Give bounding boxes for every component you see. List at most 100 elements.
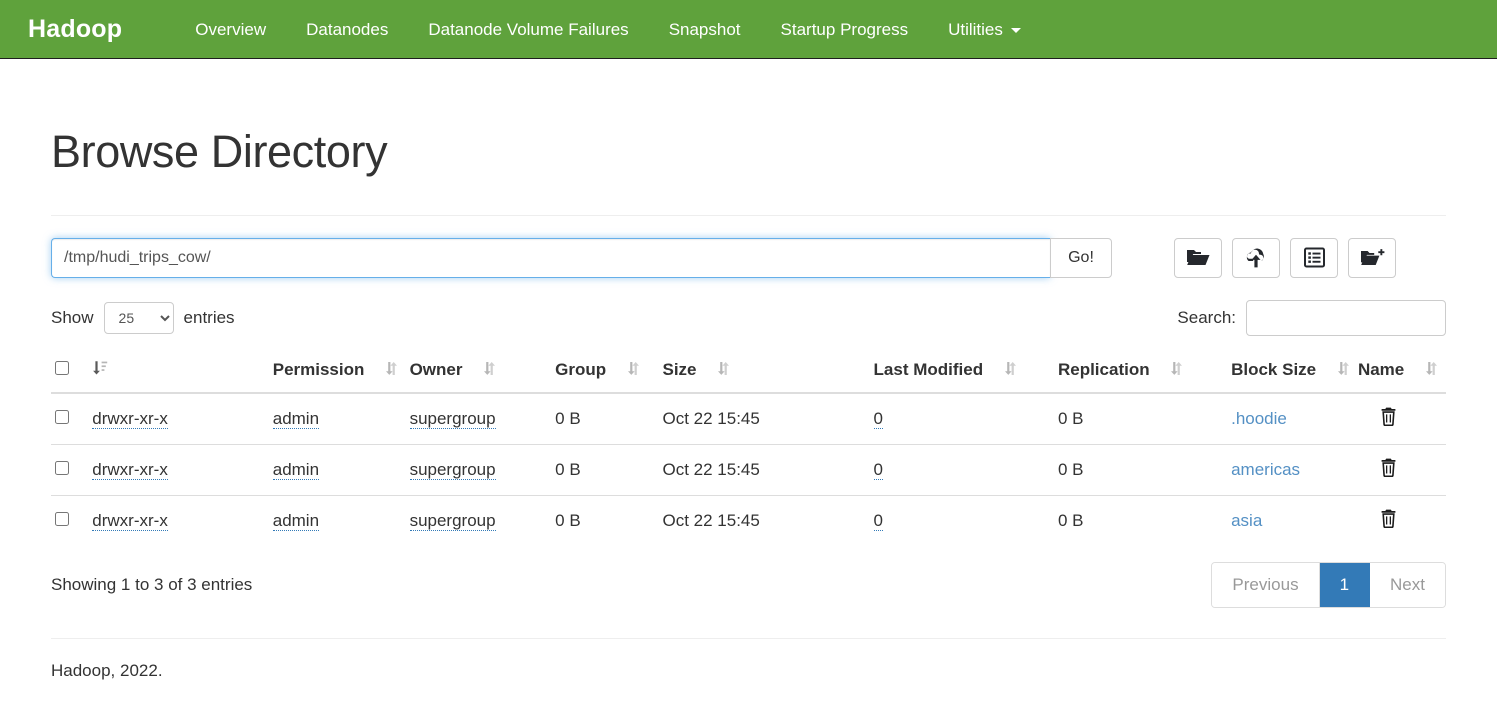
column-header-group: Group [555,360,606,379]
cell-delete[interactable] [1358,495,1446,546]
sort-icon [385,361,398,381]
column-replication[interactable]: Replication [1058,352,1231,393]
trash-icon[interactable] [1380,407,1397,431]
page-length-select[interactable]: 25 [104,302,174,334]
nav-item-datanode-volume-failures[interactable]: Datanode Volume Failures [408,0,648,59]
navbar-brand[interactable]: Hadoop [28,15,122,44]
cell-last-modified: Oct 22 15:45 [662,495,873,546]
permission-link[interactable]: drwxr-xr-x [92,409,168,429]
permission-link[interactable]: drwxr-xr-x [92,460,168,480]
cell-name: americas [1231,444,1358,495]
replication-link[interactable]: 0 [874,460,883,480]
owner-link[interactable]: admin [273,409,319,429]
column-permission-label[interactable]: Permission [273,352,410,393]
cell-replication: 0 [874,444,1058,495]
list-alt-icon [1304,247,1325,268]
cell-block-size: 0 B [1058,393,1231,445]
directory-path-input[interactable] [51,238,1050,278]
navbar-links: Overview Datanodes Datanode Volume Failu… [175,0,1041,59]
go-button[interactable]: Go! [1050,238,1112,278]
table-header-row: Permission Owner [51,352,1446,393]
file-name-link[interactable]: americas [1231,460,1300,479]
cell-group: supergroup [410,495,556,546]
pagination-previous[interactable]: Previous [1212,563,1319,607]
nav-item-overview[interactable]: Overview [175,0,286,59]
show-label: Show [51,308,94,328]
entries-label: entries [184,308,235,328]
permission-link[interactable]: drwxr-xr-x [92,511,168,531]
new-folder-button[interactable] [1348,238,1396,278]
trash-icon[interactable] [1380,509,1397,533]
row-checkbox[interactable] [55,410,69,424]
pagination-next[interactable]: Next [1370,563,1445,607]
table-row: drwxr-xr-x admin supergroup 0 B Oct 22 1… [51,393,1446,445]
entries-info: Showing 1 to 3 of 3 entries [51,575,252,595]
group-link[interactable]: supergroup [410,460,496,480]
column-header-last-modified: Last Modified [874,360,984,379]
row-checkbox[interactable] [55,512,69,526]
cell-owner: admin [273,444,410,495]
column-group[interactable]: Group [555,352,662,393]
cell-size: 0 B [555,495,662,546]
table-row: drwxr-xr-x admin supergroup 0 B Oct 22 1… [51,444,1446,495]
file-name-link[interactable]: asia [1231,511,1262,530]
column-last-modified[interactable]: Last Modified [874,352,1058,393]
page-length-control: Show 25 entries [51,302,235,334]
row-select-cell[interactable] [51,444,92,495]
row-select-cell[interactable] [51,495,92,546]
sort-icon [483,361,496,381]
select-all-checkbox[interactable] [55,361,69,375]
row-checkbox[interactable] [55,461,69,475]
replication-link[interactable]: 0 [874,409,883,429]
sort-amount-desc-icon [92,360,108,379]
new-folder-icon [1360,248,1385,268]
search-input[interactable] [1246,300,1446,336]
navbar: Hadoop Overview Datanodes Datanode Volum… [0,0,1497,59]
column-select-all[interactable] [51,352,92,393]
nav-item-utilities-label: Utilities [948,0,1003,59]
owner-link[interactable]: admin [273,460,319,480]
nav-item-utilities[interactable]: Utilities [928,0,1041,59]
cell-owner: admin [273,495,410,546]
row-select-cell[interactable] [51,393,92,445]
path-action-buttons [1174,238,1396,278]
cell-last-modified: Oct 22 15:45 [662,444,873,495]
pagination-page-1[interactable]: 1 [1320,563,1370,607]
datatable-controls: Show 25 entries Search: [51,300,1446,336]
cell-replication: 0 [874,495,1058,546]
folder-open-icon [1186,248,1210,268]
cell-delete[interactable] [1358,444,1446,495]
owner-link[interactable]: admin [273,511,319,531]
column-size[interactable]: Size [662,352,873,393]
datatable-footer: Showing 1 to 3 of 3 entries Previous 1 N… [51,562,1446,608]
column-name[interactable]: Name [1358,352,1446,393]
upload-button[interactable] [1232,238,1280,278]
nav-item-datanodes[interactable]: Datanodes [286,0,408,59]
column-owner[interactable]: Owner [410,352,556,393]
list-alt-button[interactable] [1290,238,1338,278]
group-link[interactable]: supergroup [410,409,496,429]
file-name-link[interactable]: .hoodie [1231,409,1287,428]
cell-delete[interactable] [1358,393,1446,445]
cell-name: asia [1231,495,1358,546]
trash-icon[interactable] [1380,458,1397,482]
cell-owner: admin [273,393,410,445]
footer-text: Hadoop, 2022. [51,639,1446,681]
folder-open-button[interactable] [1174,238,1222,278]
nav-item-startup-progress[interactable]: Startup Progress [761,0,929,59]
column-permission[interactable] [92,352,272,393]
cell-block-size: 0 B [1058,444,1231,495]
cell-replication: 0 [874,393,1058,445]
sort-icon [1425,361,1438,381]
replication-link[interactable]: 0 [874,511,883,531]
cell-name: .hoodie [1231,393,1358,445]
cell-size: 0 B [555,444,662,495]
main-container: Browse Directory Go! [36,127,1461,681]
column-header-block-size: Block Size [1231,360,1316,379]
group-link[interactable]: supergroup [410,511,496,531]
column-block-size[interactable]: Block Size [1231,352,1358,393]
page-title: Browse Directory [51,127,1446,177]
sort-icon [1170,361,1183,381]
nav-item-snapshot[interactable]: Snapshot [649,0,761,59]
sort-icon [627,361,640,381]
